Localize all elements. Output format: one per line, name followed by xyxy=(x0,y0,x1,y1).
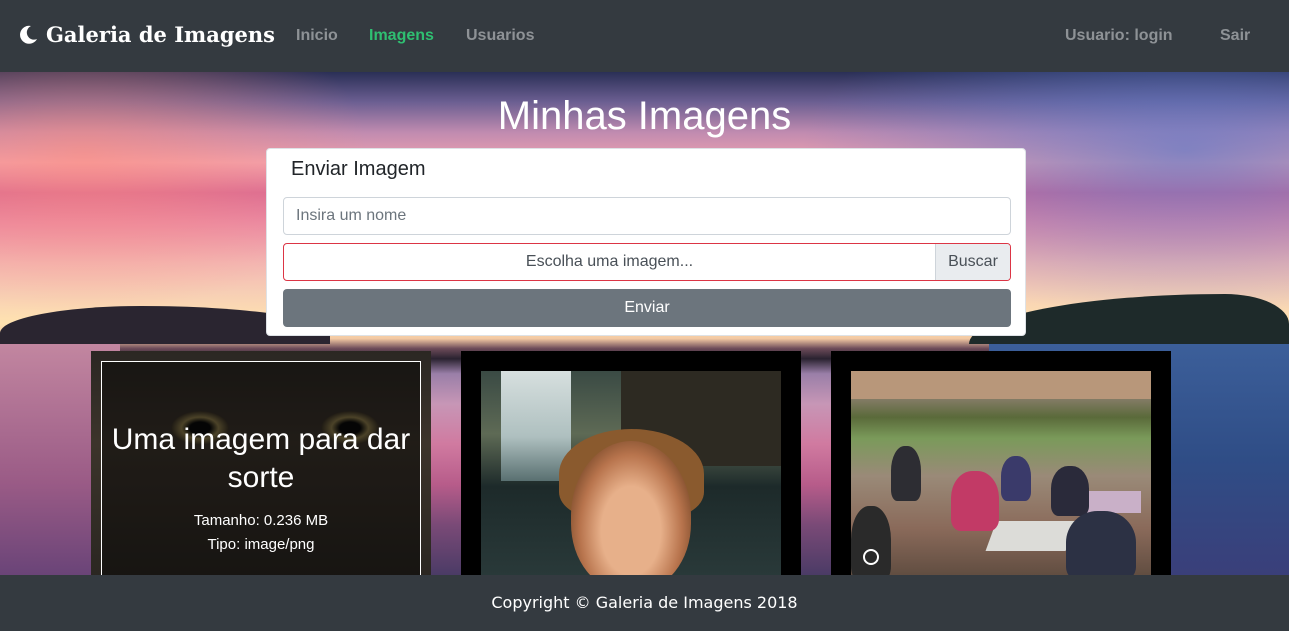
file-input[interactable]: Escolha uma imagem... Buscar xyxy=(283,243,1011,281)
pavilion-roof xyxy=(851,371,1151,399)
upload-card: Enviar Imagem Escolha uma imagem... Busc… xyxy=(266,148,1026,336)
gallery-caption: Uma imagem para dar sorte Tamanho: 0.236… xyxy=(91,421,431,557)
nav-link-logout[interactable]: Sair xyxy=(1220,27,1250,45)
gallery-caption-title: Uma imagem para dar sorte xyxy=(111,423,411,494)
brand-label: Galeria de Imagens xyxy=(46,22,275,47)
person xyxy=(1001,456,1031,501)
gallery-image[interactable] xyxy=(481,371,781,575)
name-input[interactable] xyxy=(283,197,1011,235)
gallery-image[interactable] xyxy=(851,371,1151,575)
footer: Copyright © Galeria de Imagens 2018 xyxy=(0,575,1289,631)
mat xyxy=(985,521,1077,551)
nav-link-inicio[interactable]: Inicio xyxy=(296,27,338,45)
person xyxy=(1066,511,1136,575)
gallery-type: Tipo: image/png xyxy=(207,536,315,553)
submit-button[interactable]: Enviar xyxy=(283,289,1011,327)
gallery-item[interactable] xyxy=(831,351,1171,575)
gallery-size: Tamanho: 0.236 MB xyxy=(193,512,329,529)
upload-title: Enviar Imagem xyxy=(291,158,426,180)
navbar: Galeria de Imagens Inicio Imagens Usuari… xyxy=(0,0,1289,72)
watermark-logo-icon xyxy=(863,549,879,565)
nav-link-user-login[interactable]: Usuario: login xyxy=(1065,27,1173,45)
moon-icon xyxy=(16,23,40,47)
page-title: Minhas Imagens xyxy=(497,94,792,138)
file-input-label[interactable]: Escolha uma imagem... xyxy=(284,244,935,280)
person xyxy=(1051,466,1089,516)
gallery-item[interactable]: Uma imagem para dar sorte Tamanho: 0.236… xyxy=(91,351,431,575)
brand-link[interactable]: Galeria de Imagens xyxy=(16,22,275,47)
footer-copyright: Copyright © Galeria de Imagens 2018 xyxy=(491,593,798,612)
person xyxy=(891,446,921,501)
hero-background: Minhas Imagens Enviar Imagem Escolha uma… xyxy=(0,72,1289,575)
nav-link-imagens[interactable]: Imagens xyxy=(369,27,434,45)
nav-link-usuarios[interactable]: Usuarios xyxy=(466,27,534,45)
mat xyxy=(1081,491,1141,513)
person xyxy=(951,471,999,531)
gallery-item[interactable] xyxy=(461,351,801,575)
browse-button[interactable]: Buscar xyxy=(935,244,1010,280)
